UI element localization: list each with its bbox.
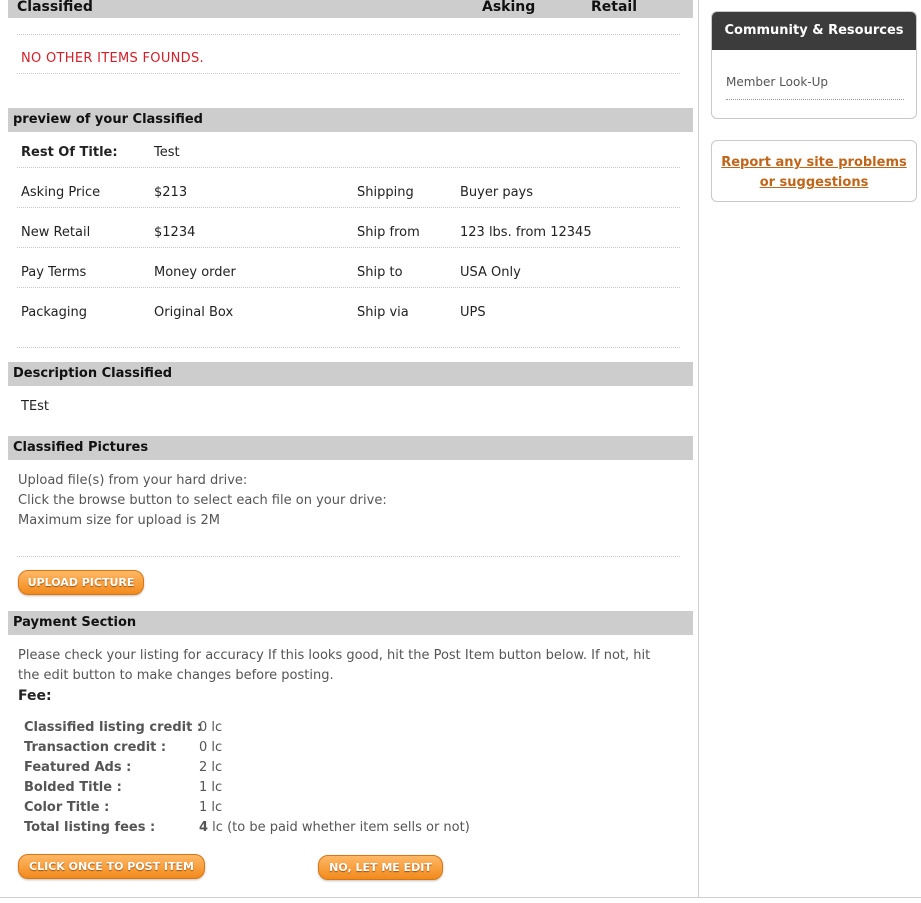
new-retail-label: New Retail — [21, 225, 91, 240]
fee-value: 2 lc — [199, 760, 223, 775]
description-text: TEst — [21, 399, 50, 414]
fee-value: 1 lc — [199, 800, 223, 815]
ship-from-value: 123 lbs. from 12345 — [460, 225, 592, 240]
fee-value: 0 lc — [199, 720, 223, 735]
shipping-value: Buyer pays — [460, 185, 534, 200]
page-bottom-border — [0, 897, 921, 898]
main-content: Classified Asking Retail NO OTHER ITEMS … — [0, 0, 699, 897]
upload-instruction-2: Click the browse button to select each f… — [18, 493, 387, 508]
upload-instruction-1: Upload file(s) from your hard drive: — [18, 473, 248, 488]
divider — [17, 556, 680, 557]
upload-picture-button[interactable]: UPLOAD PICTURE — [18, 570, 144, 595]
pictures-section-title: Classified Pictures — [8, 436, 693, 460]
pay-terms-value: Money order — [154, 265, 236, 280]
fee-value: 1 lc — [199, 780, 223, 795]
fee-label: Color Title : — [24, 800, 110, 815]
upload-size-limit: Maximum size for upload is 2M — [18, 513, 220, 528]
asking-price-value: $213 — [154, 185, 188, 200]
community-resources-title: Community & Resources — [712, 12, 916, 50]
no-items-message: NO OTHER ITEMS FOUNDS. — [21, 51, 204, 66]
items-header-bar: Classified Asking Retail — [8, 0, 693, 18]
divider — [17, 347, 680, 348]
divider — [17, 73, 680, 74]
report-problems-link[interactable]: Report any site problems or suggestions — [712, 153, 916, 193]
member-lookup-link[interactable]: Member Look-Up — [726, 75, 904, 100]
divider — [17, 247, 680, 248]
description-section-title: Description Classified — [8, 362, 693, 386]
divider — [17, 207, 680, 208]
column-asking: Asking — [482, 0, 536, 15]
total-fees-label: Total listing fees : — [24, 820, 156, 835]
edit-listing-button[interactable]: NO, LET ME EDIT — [318, 855, 443, 880]
total-fees-amount: 4 — [199, 820, 209, 835]
divider — [17, 34, 680, 35]
new-retail-value: $1234 — [154, 225, 196, 240]
divider — [17, 287, 680, 288]
ship-via-label: Ship via — [357, 305, 409, 320]
fee-label: Featured Ads : — [24, 760, 132, 775]
post-item-button[interactable]: CLICK ONCE TO POST ITEM — [18, 854, 205, 879]
ship-via-value: UPS — [460, 305, 486, 320]
fee-heading: Fee: — [18, 688, 52, 704]
rest-of-title-label: Rest Of Title: — [21, 145, 118, 160]
report-problems-line1: Report any site problems — [721, 155, 907, 170]
ship-to-label: Ship to — [357, 265, 403, 280]
fee-value: 0 lc — [199, 740, 223, 755]
ship-to-value: USA Only — [460, 265, 521, 280]
packaging-value: Original Box — [154, 305, 234, 320]
fee-label: Transaction credit : — [24, 740, 167, 755]
rest-of-title-value: Test — [154, 145, 180, 160]
pay-terms-label: Pay Terms — [21, 265, 87, 280]
report-problems-panel: Report any site problems or suggestions — [711, 140, 917, 202]
column-classified: Classified — [17, 0, 93, 15]
payment-section-title: Payment Section — [8, 611, 693, 635]
report-problems-line2: or suggestions — [759, 175, 869, 190]
preview-section-title: preview of your Classified — [8, 108, 693, 132]
total-fees-note: lc (to be paid whether item sells or not… — [208, 820, 470, 835]
payment-instructions-line1: Please check your listing for accuracy I… — [18, 648, 651, 663]
asking-price-label: Asking Price — [21, 185, 101, 200]
column-retail: Retail — [591, 0, 638, 15]
divider — [17, 167, 680, 168]
shipping-label: Shipping — [357, 185, 414, 200]
community-resources-panel: Community & Resources Member Look-Up — [711, 11, 917, 119]
total-fees-value: 4 lc (to be paid whether item sells or n… — [199, 820, 470, 835]
fee-label: Bolded Title : — [24, 780, 122, 795]
ship-from-label: Ship from — [357, 225, 420, 240]
packaging-label: Packaging — [21, 305, 87, 320]
payment-instructions-line2: the edit button to make changes before p… — [18, 668, 334, 683]
fee-label: Classified listing credit : — [24, 720, 203, 735]
